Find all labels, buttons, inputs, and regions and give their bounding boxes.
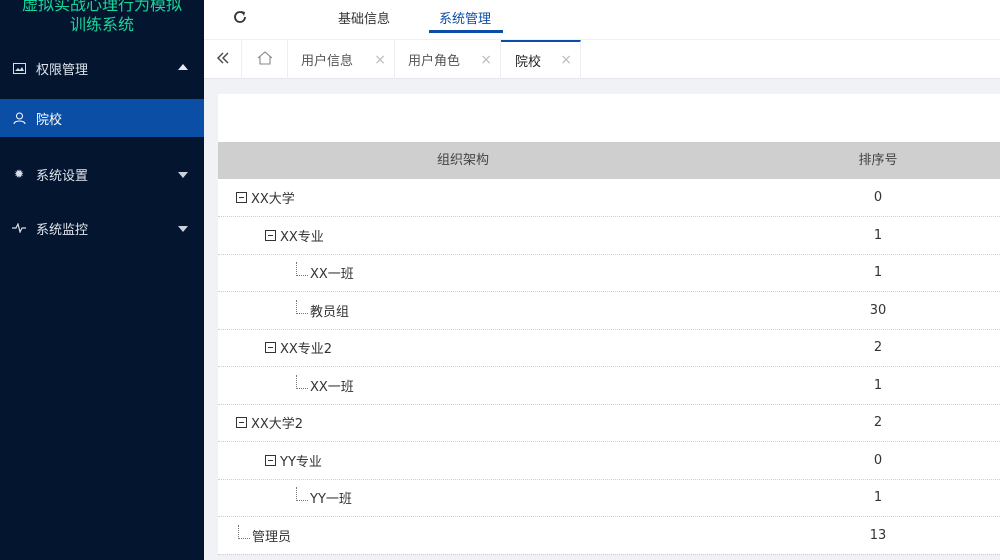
collapse-toggle-icon[interactable] <box>236 192 247 203</box>
refresh-icon[interactable] <box>232 9 250 27</box>
tab-label: 用户角色 <box>408 54 461 69</box>
row-order: 1 <box>873 490 883 505</box>
row-name: XX大学 <box>251 192 295 207</box>
table-row[interactable]: XX一班 1 <box>218 367 1000 405</box>
close-icon[interactable]: × <box>560 52 572 68</box>
sidebar-item-monitor[interactable]: 系统监控 <box>0 201 204 255</box>
tab-label: 用户信息 <box>301 54 354 69</box>
sidebar-item-permissions[interactable]: 权限管理 <box>0 41 204 95</box>
chevron-down-icon <box>178 226 188 232</box>
tree-line-icon <box>238 524 250 539</box>
user-icon <box>12 111 26 125</box>
row-name: XX大学2 <box>251 417 304 432</box>
top-tab-system-management[interactable]: 系统管理 <box>428 8 504 33</box>
sidebar-item-settings[interactable]: ✹ 系统设置 <box>0 147 204 201</box>
tree-line-icon <box>296 299 308 314</box>
sidebar-item-label: 系统监控 <box>36 222 89 238</box>
collapse-toggle-icon[interactable] <box>265 455 276 466</box>
top-nav: 基础信息 系统管理 <box>204 0 1000 40</box>
chevron-down-icon <box>178 172 188 178</box>
sidebar: 虚拟实战心理行为模拟 训练系统 权限管理 院校 ✹ 系统设置 系统监控 <box>0 0 204 560</box>
table-row[interactable]: XX大学2 2 <box>218 404 1000 442</box>
row-name: XX一班 <box>310 267 354 282</box>
top-tab-basic-info[interactable]: 基础信息 <box>338 8 390 32</box>
row-order: 1 <box>873 265 883 280</box>
row-order: 0 <box>873 453 883 468</box>
app-title-line2: 训练系统 <box>69 15 134 34</box>
row-order: 30 <box>869 303 887 318</box>
row-name: 教员组 <box>310 305 350 320</box>
row-order: 2 <box>873 340 883 355</box>
row-order: 2 <box>873 415 883 430</box>
sidebar-item-label: 系统设置 <box>36 168 89 184</box>
table-row[interactable]: XX大学 0 <box>218 179 1000 217</box>
row-name: XX专业 <box>280 230 324 245</box>
collapse-toggle-icon[interactable] <box>265 230 276 241</box>
chevron-up-icon <box>178 64 188 70</box>
tab-bar: 用户信息 × 用户角色 × 院校 × <box>204 40 1000 79</box>
table-row[interactable]: XX一班 1 <box>218 254 1000 292</box>
column-header-order: 排序号 <box>858 153 898 168</box>
row-order: 1 <box>873 378 883 393</box>
table-row[interactable]: 管理员 13 <box>218 517 1000 555</box>
gear-icon: ✹ <box>13 167 25 181</box>
app-title: 虚拟实战心理行为模拟 训练系统 <box>0 0 204 40</box>
tree-line-icon <box>296 486 308 501</box>
row-name: XX专业2 <box>280 342 333 357</box>
tree-line-icon <box>296 261 308 276</box>
tab-user-info[interactable]: 用户信息 × <box>288 40 395 79</box>
table-row[interactable]: 教员组 30 <box>218 292 1000 330</box>
row-name: XX一班 <box>310 380 354 395</box>
close-icon[interactable]: × <box>374 52 386 68</box>
row-order: 0 <box>873 190 883 205</box>
home-tab[interactable] <box>242 40 288 79</box>
row-name: YY一班 <box>310 492 352 507</box>
table-row[interactable]: YY专业 0 <box>218 442 1000 480</box>
double-chevron-left-icon <box>216 51 230 69</box>
row-order: 13 <box>869 528 887 543</box>
sidebar-item-school[interactable]: 院校 <box>0 99 204 137</box>
row-name: YY专业 <box>280 455 322 470</box>
sidebar-item-label: 权限管理 <box>36 62 89 78</box>
table-row[interactable]: XX专业2 2 <box>218 329 1000 367</box>
image-icon <box>12 61 26 75</box>
row-order: 1 <box>873 228 883 243</box>
collapse-button[interactable] <box>204 40 242 79</box>
table-header: 组织架构 排序号 <box>218 142 1000 179</box>
tab-user-role[interactable]: 用户角色 × <box>395 40 501 79</box>
collapse-toggle-icon[interactable] <box>265 342 276 353</box>
table-row[interactable]: XX专业 1 <box>218 217 1000 255</box>
row-name: 管理员 <box>252 530 292 545</box>
column-header-org: 组织架构 <box>436 153 489 168</box>
tree-line-icon <box>296 374 308 389</box>
close-icon[interactable]: × <box>480 52 492 68</box>
pulse-icon <box>12 221 26 235</box>
collapse-toggle-icon[interactable] <box>236 417 247 428</box>
home-icon <box>257 50 273 69</box>
org-tree-panel: 组织架构 排序号 XX大学 0 XX专业 1 XX一班 1 教员组 30 XX专… <box>218 94 1000 555</box>
tab-label: 院校 <box>515 55 542 70</box>
tab-school[interactable]: 院校 × <box>501 40 581 79</box>
table-row[interactable]: YY一班 1 <box>218 479 1000 517</box>
sidebar-item-label: 院校 <box>36 112 63 128</box>
app-title-line1: 虚拟实战心理行为模拟 <box>21 0 182 14</box>
